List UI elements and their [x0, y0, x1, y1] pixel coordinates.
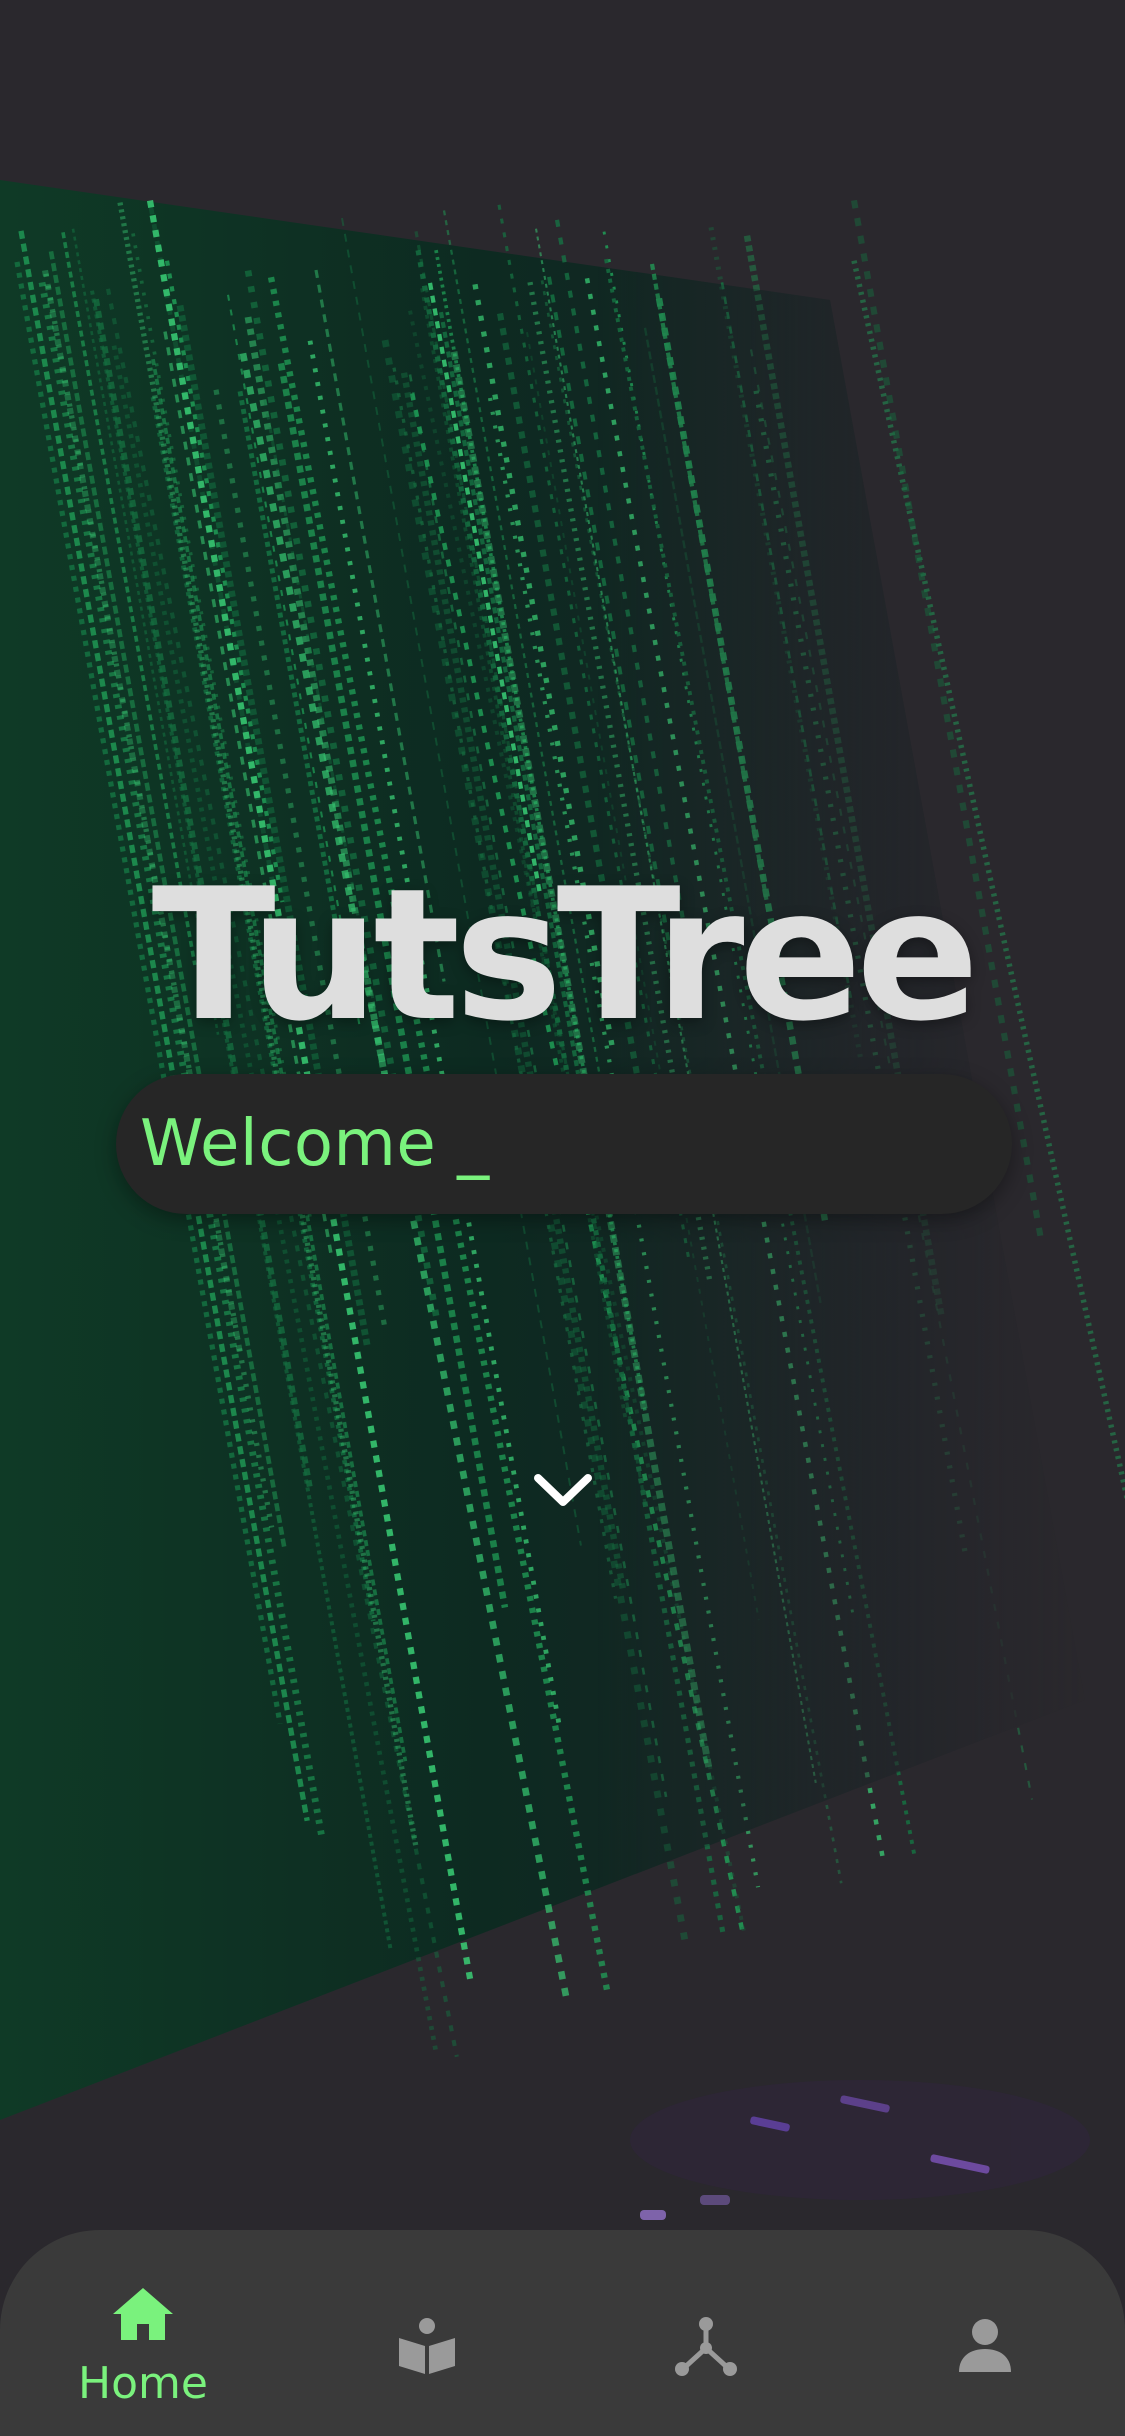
nav-item-home-label: Home [78, 2358, 208, 2409]
hero-background-image [0, 0, 1125, 2436]
home-screen: TutsTree Welcome _ Home [0, 0, 1125, 2436]
nav-item-profile[interactable] [885, 2230, 1085, 2436]
chevron-down-icon[interactable] [532, 1470, 594, 1510]
bottom-navigation-bar: Home [0, 2230, 1125, 2436]
nav-item-learn[interactable] [327, 2230, 527, 2436]
nav-item-home[interactable]: Home [43, 2230, 243, 2436]
welcome-text: Welcome _ [140, 1107, 490, 1181]
home-icon [111, 2284, 175, 2344]
app-title: TutsTree [151, 849, 980, 1061]
nav-item-tree[interactable] [606, 2230, 806, 2436]
tree-nodes-icon [674, 2316, 738, 2376]
welcome-box: Welcome _ [116, 1074, 1012, 1214]
user-icon [953, 2316, 1017, 2376]
book-reader-icon [395, 2316, 459, 2376]
